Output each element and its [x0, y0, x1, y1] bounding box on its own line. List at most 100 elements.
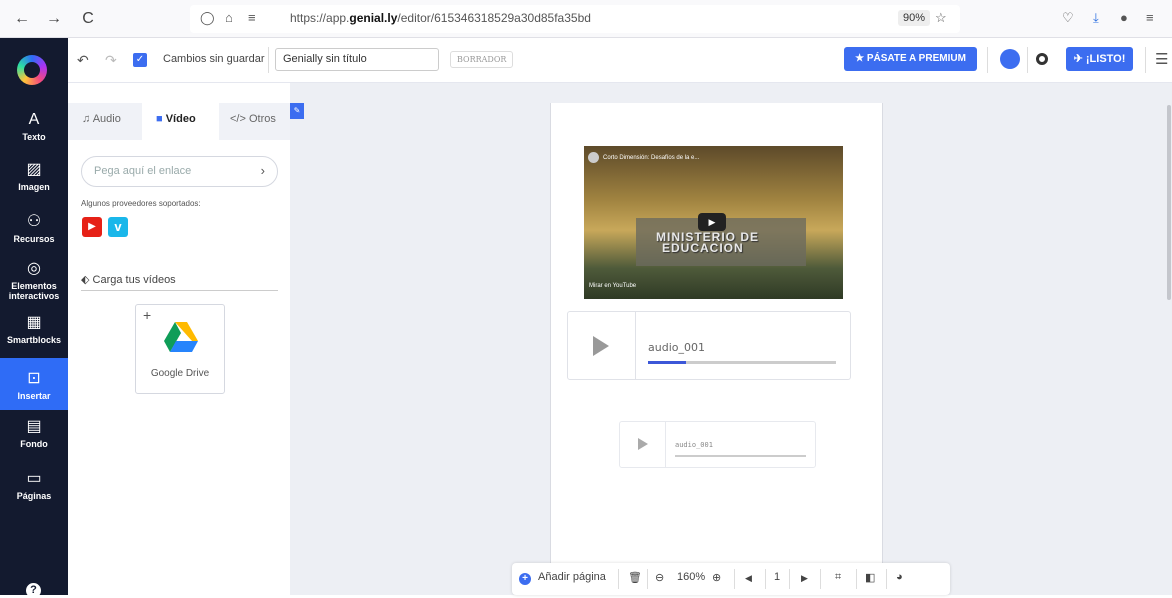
- tab-audio[interactable]: ♫ Audio: [82, 113, 121, 125]
- divider: [820, 569, 821, 589]
- nav-label: Recursos: [13, 234, 55, 244]
- nav-paginas[interactable]: ▭ Páginas: [0, 470, 68, 508]
- tab-video[interactable]: ■ Vídeo: [156, 113, 196, 125]
- upload-label: Carga tus vídeos: [92, 274, 176, 286]
- music-icon: ♫: [82, 113, 91, 125]
- pocket-icon[interactable]: ♡: [1062, 10, 1074, 26]
- divider: [765, 569, 766, 589]
- audio-name: audio_001: [648, 341, 705, 354]
- divider: [635, 312, 636, 379]
- nav-label: Imagen: [18, 182, 50, 192]
- prev-page-icon[interactable]: ◀: [745, 573, 752, 584]
- nav-insertar[interactable]: ⊡ Insertar: [0, 358, 68, 410]
- forward-icon[interactable]: →: [44, 9, 64, 29]
- play-icon[interactable]: [638, 438, 648, 450]
- preview-icon[interactable]: [1036, 53, 1048, 65]
- nav-texto[interactable]: A Texto: [0, 111, 68, 149]
- redo-icon[interactable]: ↷: [105, 52, 117, 69]
- plus-icon: +: [143, 307, 152, 323]
- genially-logo[interactable]: [17, 55, 47, 85]
- back-icon[interactable]: ←: [12, 9, 32, 29]
- grid-icon[interactable]: ⌗: [835, 571, 841, 584]
- video-icon: ■: [156, 113, 163, 125]
- play-icon[interactable]: [593, 336, 609, 356]
- help-icon[interactable]: ?: [26, 583, 41, 598]
- bottom-toolbar: + Añadir página 🗑 ⊖ 160% ⊕ ◀ 1 ▶ ⌗ ◧ ◕: [512, 563, 950, 595]
- nav-smartblocks[interactable]: ▦ Smartblocks: [0, 314, 68, 352]
- insert-icon: ⊡: [27, 370, 41, 387]
- canvas-page[interactable]: Corto Dimensión: Desafíos de la e... MIN…: [550, 103, 883, 595]
- channel-logo: [588, 152, 599, 163]
- download-icon[interactable]: ⤓: [1093, 10, 1099, 26]
- providers-label: Algunos proveedores soportados:: [81, 199, 201, 208]
- draft-badge: BORRADOR: [450, 51, 514, 68]
- bookmark-star-icon[interactable]: ☆: [935, 10, 947, 26]
- interactive-icon: ◎: [27, 260, 41, 277]
- tab-otros[interactable]: </> Otros: [230, 113, 276, 125]
- nav-label: Texto: [22, 132, 46, 142]
- audio-player-large[interactable]: audio_001: [567, 311, 851, 380]
- go-premium-button[interactable]: ★ PÁSATE A PREMIUM: [844, 47, 977, 71]
- video-title: Corto Dimensión: Desafíos de la e...: [603, 155, 700, 161]
- dropbox-icon: ⬖: [81, 274, 90, 286]
- video-play-icon[interactable]: ▶: [698, 213, 726, 231]
- reload-icon[interactable]: C: [78, 9, 98, 29]
- next-page-icon[interactable]: ▶: [801, 573, 808, 584]
- code-icon: </>: [230, 113, 246, 125]
- permissions-icon[interactable]: ≡: [248, 10, 256, 25]
- divider: [81, 290, 278, 291]
- title-input[interactable]: Genially sin título: [275, 48, 439, 71]
- pages-icon: ▭: [26, 470, 42, 487]
- browser-zoom[interactable]: 90%: [898, 10, 931, 26]
- background-icon: ▤: [26, 418, 42, 435]
- more-menu-icon[interactable]: ☰: [1155, 50, 1168, 68]
- palette-icon[interactable]: ◕: [896, 571, 903, 583]
- add-page-icon: +: [519, 573, 531, 585]
- resources-icon: ⚇: [26, 213, 42, 230]
- nav-recursos[interactable]: ⚇ Recursos: [0, 213, 68, 251]
- divider: [789, 569, 790, 589]
- embedded-video[interactable]: Corto Dimensión: Desafíos de la e... MIN…: [584, 146, 843, 299]
- video-link-input[interactable]: Pega aquí el enlace ›: [81, 156, 278, 187]
- tab-label: Vídeo: [165, 113, 196, 125]
- lock-icon: ⌂: [225, 10, 233, 25]
- shield-icon: ◯: [200, 10, 215, 25]
- nav-fondo[interactable]: ▤ Fondo: [0, 418, 68, 456]
- chevron-right-icon[interactable]: ›: [261, 163, 265, 178]
- vertical-scrollbar[interactable]: [1167, 105, 1171, 300]
- menu-icon[interactable]: ≡: [1146, 10, 1154, 25]
- smartblocks-icon: ▦: [26, 314, 42, 331]
- pin-icon[interactable]: ✎: [290, 103, 304, 119]
- audio-progress-bar[interactable]: [648, 361, 836, 364]
- text-icon: A: [28, 111, 40, 128]
- divider: [1145, 47, 1146, 73]
- account-icon[interactable]: ●: [1120, 10, 1128, 25]
- collaborators-icon[interactable]: [1000, 49, 1020, 69]
- google-drive-button[interactable]: + Google Drive: [135, 304, 225, 394]
- nav-imagen[interactable]: ▨ Imagen: [0, 161, 68, 199]
- browser-toolbar: ← → C ◯ ⌂ ≡ https://app.genial.ly/editor…: [0, 0, 1172, 38]
- canvas-area: Corto Dimensión: Desafíos de la e... MIN…: [290, 83, 1172, 595]
- url-bar[interactable]: ◯ ⌂ ≡ https://app.genial.ly/editor/61534…: [190, 5, 960, 33]
- ready-label: ¡LISTO!: [1085, 53, 1126, 65]
- zoom-out-icon[interactable]: ⊖: [655, 571, 664, 584]
- ready-button[interactable]: ✈ ¡LISTO!: [1066, 47, 1133, 71]
- save-status-text: Cambios sin guardar: [163, 53, 265, 65]
- page-number: 1: [774, 571, 781, 583]
- image-icon: ▨: [26, 161, 42, 178]
- add-page-button[interactable]: Añadir página: [538, 571, 606, 583]
- youtube-icon: ▶: [82, 217, 102, 237]
- audio-name: audio_001: [675, 441, 713, 449]
- trash-icon[interactable]: 🗑: [628, 571, 642, 584]
- undo-icon[interactable]: ↶: [77, 52, 89, 69]
- watch-on-youtube[interactable]: Mirar en YouTube: [589, 283, 636, 289]
- zoom-level: 160%: [677, 571, 706, 583]
- save-status-check-icon: ✓: [133, 53, 147, 67]
- link-placeholder: Pega aquí el enlace: [94, 165, 192, 177]
- audio-player-small[interactable]: audio_001: [619, 421, 816, 468]
- nav-elementos-interactivos[interactable]: ◎ Elementos interactivos: [0, 260, 68, 306]
- tab-label: Otros: [248, 113, 276, 125]
- zoom-in-icon[interactable]: ⊕: [712, 571, 721, 584]
- layers-icon[interactable]: ◧: [865, 571, 875, 584]
- audio-progress-bar[interactable]: [675, 455, 806, 457]
